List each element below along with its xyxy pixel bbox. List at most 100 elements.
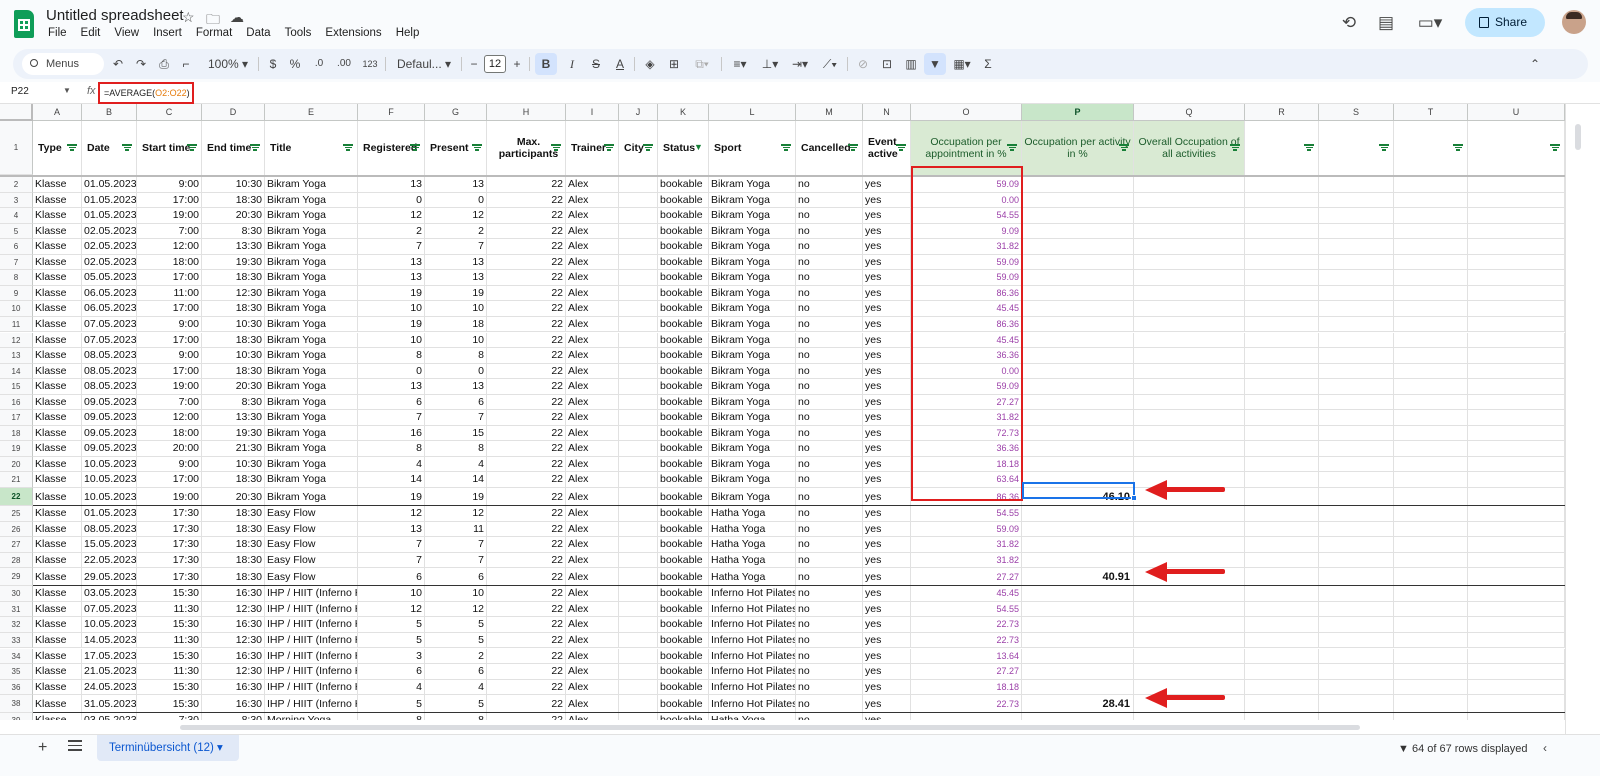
cell-sport[interactable]: Bikram Yoga (709, 192, 796, 208)
row-header[interactable]: 33 (0, 632, 33, 649)
cell-t[interactable] (1394, 348, 1468, 363)
cell-end-time[interactable]: 10:30 (202, 177, 265, 192)
horizontal-scrollbar[interactable] (0, 720, 1565, 734)
cell-max-participants[interactable]: 22 (487, 363, 566, 379)
cell-occupation-appointment[interactable]: 63.64 (911, 472, 1022, 487)
cell-t[interactable] (1394, 394, 1468, 410)
cell-type[interactable]: Klasse (33, 521, 82, 537)
chevron-down-icon[interactable]: ▼ (63, 86, 71, 95)
cell-status[interactable]: bookable (658, 537, 709, 552)
zoom-select[interactable]: 100% ▾ (203, 49, 253, 79)
cell-sport[interactable]: Inferno Hot Pilates (709, 617, 796, 632)
cell-present[interactable]: 14 (425, 472, 487, 487)
select-all-corner[interactable] (0, 104, 33, 121)
cell-event-active[interactable]: yes (863, 208, 911, 223)
cell-t[interactable] (1394, 617, 1468, 632)
cell-cancelled[interactable]: no (796, 239, 863, 254)
cell-event-active[interactable]: yes (863, 617, 911, 632)
cell-title[interactable]: IHP / HIIT (Inferno Hot Pilates) (265, 695, 358, 713)
cell-s[interactable] (1319, 410, 1394, 425)
cell-registered[interactable]: 13 (358, 177, 425, 192)
cell-city[interactable] (619, 425, 658, 441)
cell-cancelled[interactable]: no (796, 472, 863, 487)
cell-cancelled[interactable]: no (796, 552, 863, 568)
cell-overall-occupation[interactable] (1134, 192, 1245, 208)
cell-registered[interactable]: 8 (358, 348, 425, 363)
cell-max-participants[interactable]: 22 (487, 239, 566, 254)
scroll-thumb[interactable] (180, 725, 1360, 730)
cell-max-participants[interactable]: 22 (487, 601, 566, 617)
cell-end-time[interactable]: 10:30 (202, 456, 265, 472)
cell-start-time[interactable]: 11:30 (137, 664, 202, 679)
cell-type[interactable]: Klasse (33, 441, 82, 456)
cell-title[interactable]: Easy Flow (265, 521, 358, 537)
font-select[interactable]: Defaul... ▾ (393, 49, 455, 79)
cell-date[interactable]: 10.05.2023 (82, 488, 137, 505)
paint-format-icon[interactable]: ⌐ (177, 49, 195, 79)
cell-present[interactable]: 13 (425, 379, 487, 394)
cell-title[interactable]: IHP / HIIT (Inferno Hot Pilates) (265, 632, 358, 648)
borders-icon[interactable]: ⊞ (664, 49, 684, 79)
cell-city[interactable] (619, 537, 658, 552)
cell-registered[interactable]: 13 (358, 254, 425, 270)
cell-type[interactable]: Klasse (33, 632, 82, 648)
cell-sport[interactable]: Bikram Yoga (709, 425, 796, 441)
cell-sport[interactable]: Inferno Hot Pilates (709, 679, 796, 695)
cell-u[interactable] (1468, 537, 1565, 552)
cell-r[interactable] (1245, 177, 1319, 192)
cell-r[interactable] (1245, 552, 1319, 568)
cell-present[interactable]: 10 (425, 332, 487, 347)
cell-cancelled[interactable]: no (796, 664, 863, 679)
cell-u[interactable] (1468, 285, 1565, 301)
cell-title[interactable]: Bikram Yoga (265, 410, 358, 425)
cell-cancelled[interactable]: no (796, 632, 863, 648)
menu-data[interactable]: Data (246, 27, 270, 39)
header-present[interactable]: Present (425, 121, 487, 175)
cell-type[interactable]: Klasse (33, 270, 82, 285)
cell-u[interactable] (1468, 208, 1565, 223)
cell-date[interactable]: 09.05.2023 (82, 441, 137, 456)
cell-trainer[interactable]: Alex (566, 648, 619, 663)
header-max-participants[interactable]: Max. participants (487, 121, 566, 175)
cell-u[interactable] (1468, 488, 1565, 505)
column-header-b[interactable]: B (82, 104, 137, 121)
row-header[interactable]: 30 (0, 586, 33, 602)
cell-cancelled[interactable]: no (796, 506, 863, 521)
header-event-active[interactable]: Event active (863, 121, 911, 175)
font-size-increase-button[interactable]: + (510, 49, 524, 79)
cell-event-active[interactable]: yes (863, 425, 911, 441)
cell-sport[interactable]: Hatha Yoga (709, 552, 796, 568)
cell-start-time[interactable]: 9:00 (137, 456, 202, 472)
number-format-button[interactable]: 123 (359, 49, 381, 79)
cell-occupation-activity[interactable] (1022, 239, 1134, 254)
cell-present[interactable]: 19 (425, 488, 487, 505)
row-header[interactable]: 28 (0, 552, 33, 569)
cell-sport[interactable]: Bikram Yoga (709, 394, 796, 410)
cell-registered[interactable]: 5 (358, 695, 425, 713)
cell-end-time[interactable]: 13:30 (202, 239, 265, 254)
cell-event-active[interactable]: yes (863, 552, 911, 568)
cell-overall-occupation[interactable] (1134, 617, 1245, 632)
cell-event-active[interactable]: yes (863, 695, 911, 713)
cell-sport[interactable]: Bikram Yoga (709, 379, 796, 394)
cell-date[interactable]: 09.05.2023 (82, 410, 137, 425)
strikethrough-button[interactable]: S (586, 49, 606, 79)
cell-trainer[interactable]: Alex (566, 601, 619, 617)
cell-r[interactable] (1245, 472, 1319, 487)
cell-occupation-appointment[interactable]: 27.27 (911, 568, 1022, 586)
filter-icon[interactable] (643, 143, 653, 151)
cell-t[interactable] (1394, 208, 1468, 223)
cell-start-time[interactable]: 18:00 (137, 254, 202, 270)
cell-title[interactable]: Bikram Yoga (265, 363, 358, 379)
cell-title[interactable]: Bikram Yoga (265, 441, 358, 456)
cell-t[interactable] (1394, 410, 1468, 425)
cell-registered[interactable]: 12 (358, 601, 425, 617)
header-date[interactable]: Date (82, 121, 137, 175)
cell-t[interactable] (1394, 664, 1468, 679)
cell-s[interactable] (1319, 506, 1394, 521)
cell-status[interactable]: bookable (658, 441, 709, 456)
cell-u[interactable] (1468, 552, 1565, 568)
cell-cancelled[interactable]: no (796, 410, 863, 425)
cell-overall-occupation[interactable] (1134, 586, 1245, 601)
cell-overall-occupation[interactable] (1134, 254, 1245, 270)
